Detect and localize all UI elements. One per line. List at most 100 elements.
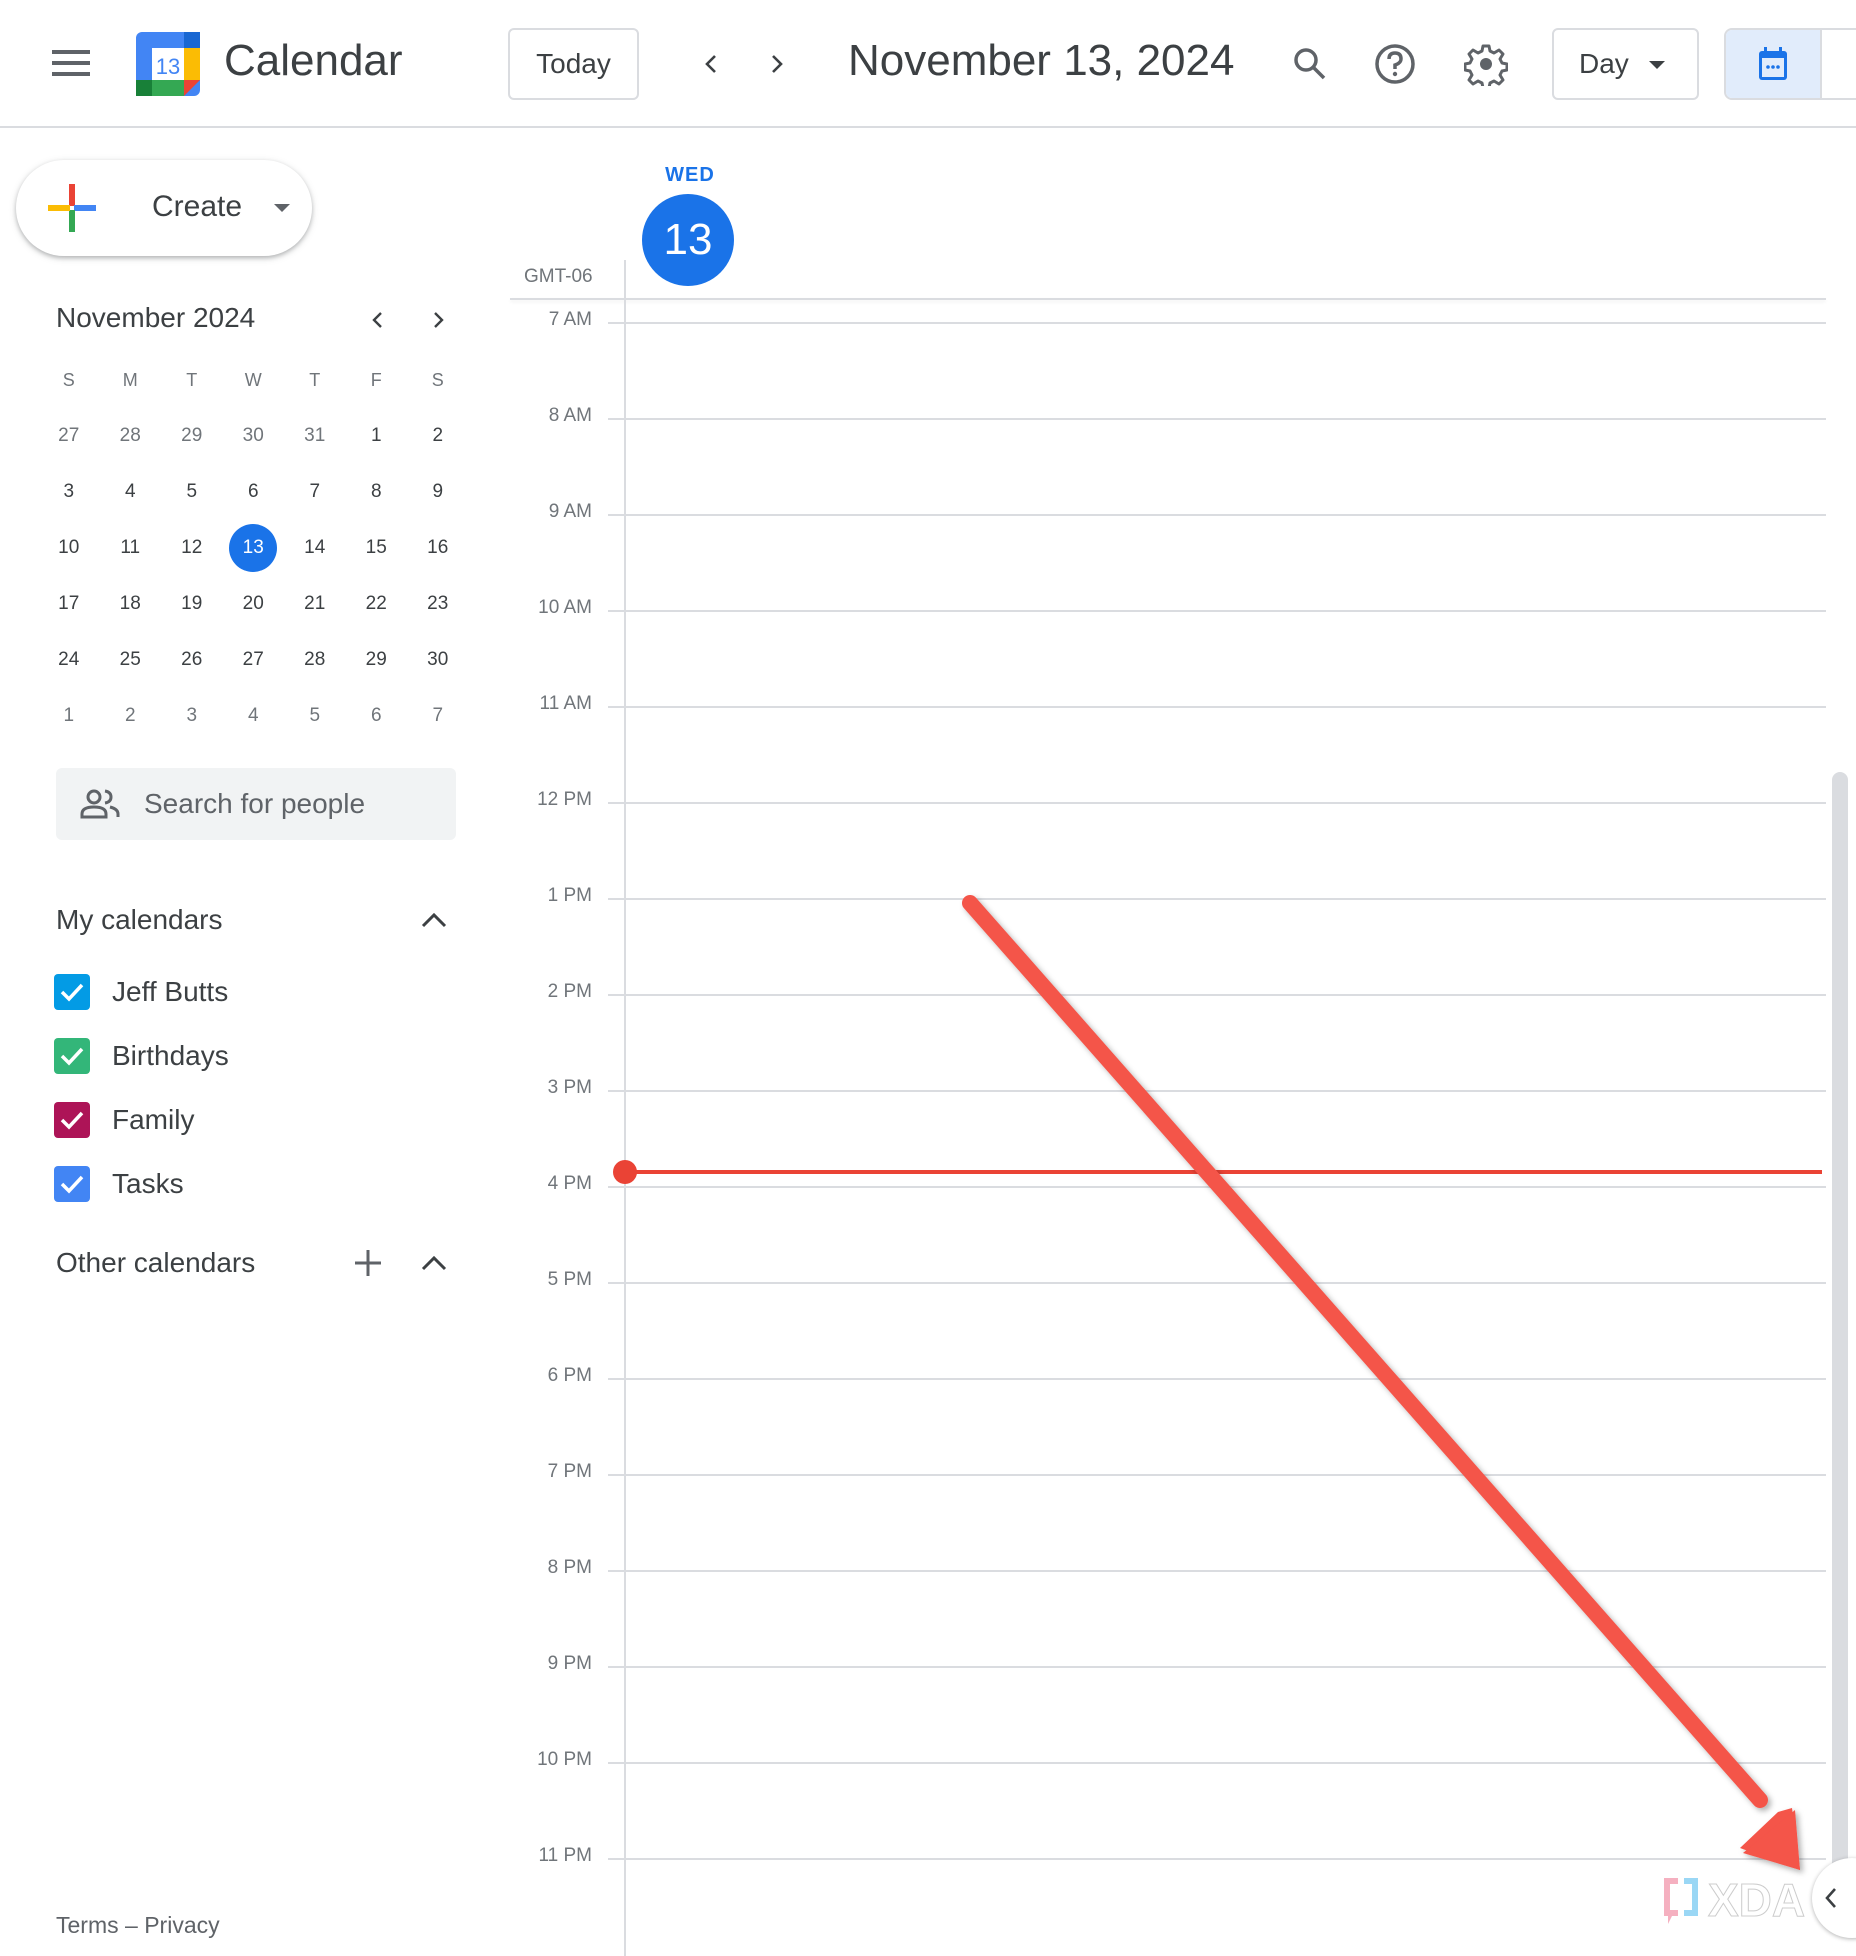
terms-link[interactable]: Terms [56,1912,119,1938]
calendar-view-toggle[interactable] [1726,30,1822,98]
my-calendars-collapse-button[interactable] [414,900,454,940]
mini-calendar-day[interactable]: 5 [161,464,223,520]
hour-row[interactable]: 8 AM [0,405,1826,426]
calendar-item-birthdays[interactable]: Birthdays [54,1032,229,1080]
mini-calendar-day[interactable]: 6 [223,464,285,520]
mini-calendar-day[interactable]: 12 [161,520,223,576]
hour-row[interactable]: 9 PM [0,1653,1826,1674]
mini-calendar-day[interactable]: 18 [100,576,162,632]
mini-calendar-day[interactable]: 19 [161,576,223,632]
hour-row[interactable]: 11 PM [0,1845,1826,1866]
mini-calendar-day[interactable]: 8 [346,464,408,520]
vertical-scrollbar[interactable] [1832,772,1848,1872]
checkbox-checked-icon[interactable] [54,1102,90,1138]
mini-calendar-day[interactable]: 7 [284,464,346,520]
hour-row[interactable]: 3 PM [0,1077,1826,1098]
mini-calendar-day[interactable]: 7 [407,688,469,744]
tasks-view-toggle[interactable] [1822,30,1856,98]
previous-day-button[interactable] [688,40,736,88]
create-button[interactable]: Create [16,160,312,256]
other-calendars-collapse-button[interactable] [414,1243,454,1283]
day-number: 2 [124,705,136,726]
view-select-dropdown[interactable]: Day [1552,28,1699,100]
mini-calendar-day[interactable]: 4 [100,464,162,520]
mini-calendar-grid: S M T W T F S 27 28 29 30 31 1 2 3 4 5 6 7 8 9 10 11 12 1… [38,352,472,744]
calendar-item-tasks[interactable]: Tasks [54,1160,184,1208]
calendar-name: Jeff Butts [112,976,229,1007]
mini-calendar-day[interactable]: 1 [346,408,408,464]
checkbox-checked-icon[interactable] [54,1166,90,1202]
checkbox-checked-icon[interactable] [54,974,90,1010]
weekday-label: S [62,369,75,390]
mini-calendar-day[interactable]: 2 [407,408,469,464]
mini-calendar-day[interactable]: 14 [284,520,346,576]
calendar-name: Family [112,1104,195,1135]
hour-gridline [608,994,1826,996]
mini-calendar-day[interactable]: 20 [223,576,285,632]
next-day-button[interactable] [752,40,800,88]
search-people-input[interactable] [144,784,434,824]
mini-calendar-day[interactable]: 3 [161,688,223,744]
mini-calendar-day[interactable]: 4 [223,688,285,744]
hamburger-menu-icon[interactable] [52,50,90,76]
annotation-overlay [962,895,1800,1870]
hour-row[interactable]: 4 PM [0,1173,1826,1194]
add-other-calendar-button[interactable] [348,1243,388,1283]
mini-calendar-day[interactable]: 28 [100,408,162,464]
help-button[interactable] [1367,36,1423,92]
mini-calendar-day[interactable]: 2 [100,688,162,744]
hour-row[interactable]: 11 AM [0,693,1826,714]
mini-calendar-day[interactable]: 9 [407,464,469,520]
mini-calendar-day[interactable]: 27 [223,632,285,688]
mini-calendar-day[interactable]: 11 [100,520,162,576]
hour-row[interactable]: 10 AM [0,597,1826,618]
mini-calendar-day[interactable]: 5 [284,688,346,744]
mini-calendar-day[interactable]: 25 [100,632,162,688]
hour-row[interactable]: 6 PM [0,1365,1826,1386]
day-number-button[interactable]: 13 [642,194,734,286]
hour-row[interactable]: 2 PM [0,981,1826,1002]
mini-calendar-day[interactable]: 1 [38,688,100,744]
mini-calendar-next-button[interactable] [418,300,458,340]
mini-calendar-day[interactable]: 30 [407,632,469,688]
search-button[interactable] [1282,36,1338,92]
calendar-logo-icon[interactable]: 13 [136,32,200,96]
hour-row[interactable]: 7 PM [0,1461,1826,1482]
mini-calendar-day-today[interactable]: 13 [223,520,285,576]
hour-row[interactable]: 7 AM [0,309,1826,330]
mini-calendar-day[interactable]: 29 [346,632,408,688]
mini-calendar-day[interactable]: 3 [38,464,100,520]
hour-label: 4 PM [547,1173,592,1194]
hour-row[interactable]: 5 PM [0,1269,1826,1290]
hour-row[interactable]: 10 PM [0,1749,1826,1770]
hour-row[interactable]: 1 PM [0,885,1826,906]
today-button[interactable]: Today [508,28,639,100]
mini-calendar-day[interactable]: 6 [346,688,408,744]
search-people-field[interactable] [56,768,456,840]
mini-calendar-day[interactable]: 30 [223,408,285,464]
mini-calendar-day[interactable]: 27 [38,408,100,464]
calendar-item-jeff-butts[interactable]: Jeff Butts [54,968,228,1016]
mini-calendar-day[interactable]: 23 [407,576,469,632]
checkbox-checked-icon[interactable] [54,1038,90,1074]
mini-calendar-day[interactable]: 29 [161,408,223,464]
mini-calendar-day[interactable]: 26 [161,632,223,688]
mini-calendar-day[interactable]: 15 [346,520,408,576]
hour-row[interactable]: 12 PM [0,789,1826,810]
mini-calendar-day[interactable]: 28 [284,632,346,688]
mini-calendar-day[interactable]: 16 [407,520,469,576]
mini-calendar-prev-button[interactable] [358,300,398,340]
mini-calendar-day[interactable]: 21 [284,576,346,632]
mini-calendar-day[interactable]: 31 [284,408,346,464]
mini-calendar-day[interactable]: 24 [38,632,100,688]
settings-button[interactable] [1458,36,1514,92]
privacy-link[interactable]: Privacy [144,1912,219,1938]
mini-calendar-day[interactable]: 17 [38,576,100,632]
hour-row[interactable]: 8 PM [0,1557,1826,1578]
mini-calendar-day[interactable]: 10 [38,520,100,576]
mini-calendar-day[interactable]: 22 [346,576,408,632]
hour-label: 8 AM [548,405,592,426]
hour-row[interactable]: 9 AM [0,501,1826,522]
calendar-item-family[interactable]: Family [54,1096,194,1144]
hour-gridline [608,610,1826,612]
